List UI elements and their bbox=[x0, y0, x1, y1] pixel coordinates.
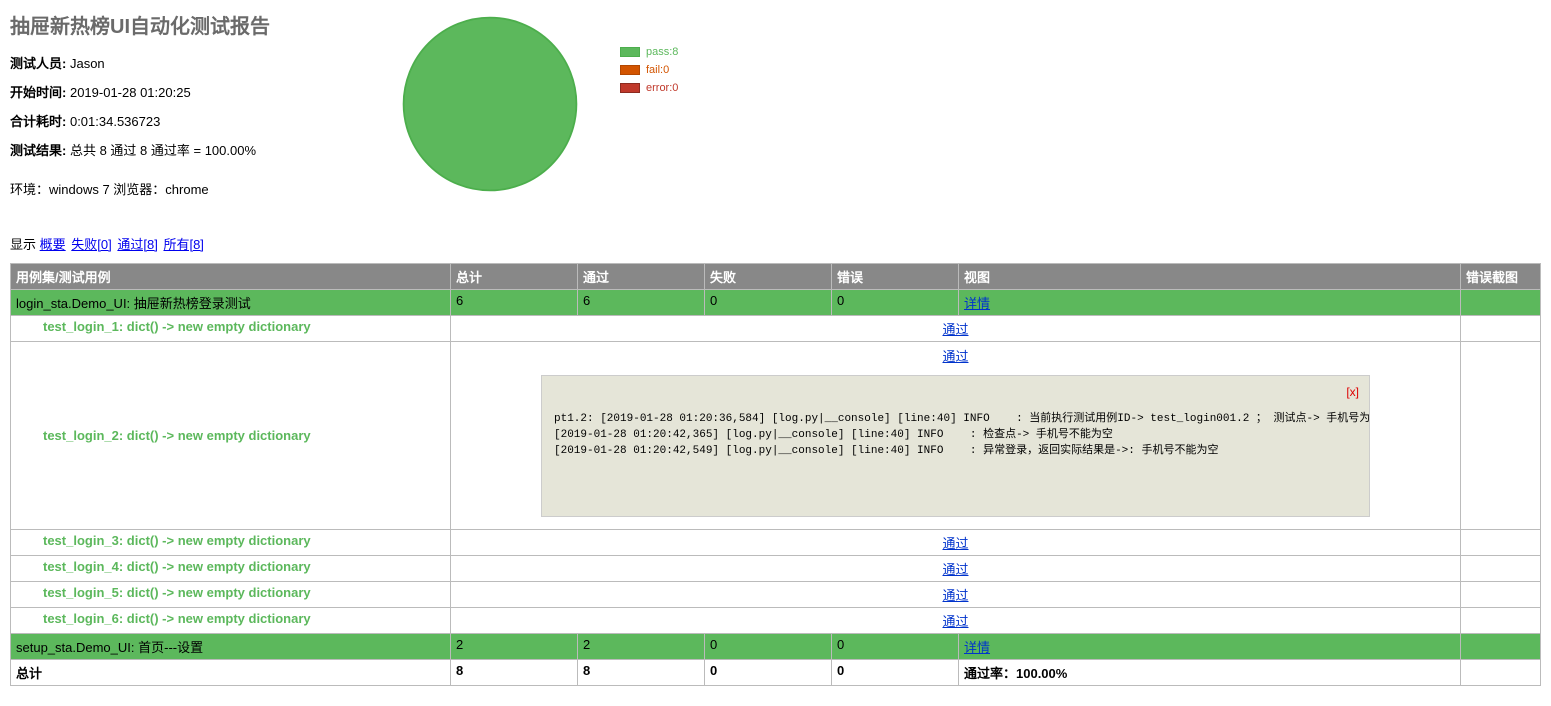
log-line: [2019-01-28 01:20:42,549] [log.py|__cons… bbox=[554, 445, 1218, 457]
swatch-icon bbox=[620, 65, 640, 75]
duration-value: 0:01:34.536723 bbox=[70, 114, 160, 129]
suite-pass: 2 bbox=[578, 633, 705, 659]
th-fail: 失败 bbox=[705, 264, 832, 290]
legend-fail-label: fail:0 bbox=[646, 64, 669, 76]
legend-pass-label: pass:8 bbox=[646, 46, 678, 58]
result-value: 总共 8 通过 8 通过率 = 100.00% bbox=[70, 143, 256, 158]
suite-total: 2 bbox=[451, 633, 578, 659]
th-view: 视图 bbox=[959, 264, 1461, 290]
legend-fail: fail:0 bbox=[620, 64, 678, 76]
suite-pass: 6 bbox=[578, 290, 705, 316]
tester-value: Jason bbox=[70, 56, 105, 71]
th-name: 用例集/测试用例 bbox=[11, 264, 451, 290]
filter-prefix: 显示 bbox=[10, 237, 36, 252]
th-pass: 通过 bbox=[578, 264, 705, 290]
swatch-icon bbox=[620, 47, 640, 57]
case-row: test_login_6: dict() -> new empty dictio… bbox=[11, 607, 1541, 633]
legend-error-label: error:0 bbox=[646, 82, 678, 94]
close-log-button[interactable]: [x] bbox=[1346, 384, 1359, 401]
start-label: 开始时间: bbox=[10, 85, 66, 100]
totals-fail: 0 bbox=[705, 659, 832, 685]
case-view-link[interactable]: 通过 bbox=[942, 322, 968, 337]
case-name: test_login_6: dict() -> new empty dictio… bbox=[11, 607, 451, 633]
table-header-row: 用例集/测试用例 总计 通过 失败 错误 视图 错误截图 bbox=[11, 264, 1541, 290]
result-label: 测试结果: bbox=[10, 143, 66, 158]
case-view-link[interactable]: 通过 bbox=[942, 349, 968, 364]
case-view-link[interactable]: 通过 bbox=[942, 536, 968, 551]
totals-label: 总计 bbox=[11, 659, 451, 685]
report-header: 抽屉新热榜UI自动化测试报告 测试人员: Jason 开始时间: 2019-01… bbox=[10, 10, 400, 208]
case-row: test_login_5: dict() -> new empty dictio… bbox=[11, 581, 1541, 607]
suite-fail: 0 bbox=[705, 633, 832, 659]
page-title: 抽屉新热榜UI自动化测试报告 bbox=[10, 10, 400, 39]
filter-fail-link[interactable]: 失败[0] bbox=[71, 237, 111, 252]
legend-error: error:0 bbox=[620, 82, 678, 94]
case-screenshot-cell bbox=[1461, 581, 1541, 607]
swatch-icon bbox=[620, 83, 640, 93]
filter-all-link[interactable]: 所有[8] bbox=[163, 237, 203, 252]
suite-row: setup_sta.Demo_UI: 首页---设置 2 2 0 0 详情 bbox=[11, 633, 1541, 659]
case-screenshot-cell bbox=[1461, 529, 1541, 555]
case-row: test_login_4: dict() -> new empty dictio… bbox=[11, 555, 1541, 581]
case-view-link[interactable]: 通过 bbox=[942, 614, 968, 629]
th-total: 总计 bbox=[451, 264, 578, 290]
filter-bar: 显示 概要 失败[0] 通过[8] 所有[8] bbox=[10, 234, 1541, 253]
totals-total: 8 bbox=[451, 659, 578, 685]
case-name: test_login_3: dict() -> new empty dictio… bbox=[11, 529, 451, 555]
pie-chart-icon bbox=[400, 14, 580, 194]
suite-error: 0 bbox=[832, 633, 959, 659]
suite-detail-link[interactable]: 详情 bbox=[964, 296, 990, 311]
case-row: test_login_1: dict() -> new empty dictio… bbox=[11, 316, 1541, 342]
case-name: test_login_2: dict() -> new empty dictio… bbox=[11, 342, 451, 530]
totals-row: 总计 8 8 0 0 通过率：100.00% bbox=[11, 659, 1541, 685]
suite-total: 6 bbox=[451, 290, 578, 316]
case-screenshot-cell bbox=[1461, 607, 1541, 633]
filter-pass-link[interactable]: 通过[8] bbox=[117, 237, 157, 252]
suite-row: login_sta.Demo_UI: 抽屉新热榜登录测试 6 6 0 0 详情 bbox=[11, 290, 1541, 316]
results-table: 用例集/测试用例 总计 通过 失败 错误 视图 错误截图 login_sta.D… bbox=[10, 263, 1541, 686]
case-screenshot-cell bbox=[1461, 555, 1541, 581]
duration-label: 合计耗时: bbox=[10, 114, 66, 129]
log-line: [2019-01-28 01:20:42,365] [log.py|__cons… bbox=[554, 429, 1113, 441]
start-value: 2019-01-28 01:20:25 bbox=[70, 85, 191, 100]
totals-rate: 通过率：100.00% bbox=[959, 659, 1461, 685]
chart-legend: pass:8 fail:0 error:0 bbox=[620, 46, 678, 100]
th-screenshot: 错误截图 bbox=[1461, 264, 1541, 290]
suite-name: setup_sta.Demo_UI: 首页---设置 bbox=[11, 633, 451, 659]
suite-error: 0 bbox=[832, 290, 959, 316]
th-error: 错误 bbox=[832, 264, 959, 290]
suite-detail-link[interactable]: 详情 bbox=[964, 640, 990, 655]
tester-label: 测试人员: bbox=[10, 56, 66, 71]
log-line: pt1.2: [2019-01-28 01:20:36,584] [log.py… bbox=[554, 413, 1370, 425]
filter-summary-link[interactable]: 概要 bbox=[40, 237, 66, 252]
totals-screenshot-cell bbox=[1461, 659, 1541, 685]
totals-error: 0 bbox=[832, 659, 959, 685]
case-name: test_login_5: dict() -> new empty dictio… bbox=[11, 581, 451, 607]
case-screenshot-cell bbox=[1461, 342, 1541, 530]
legend-pass: pass:8 bbox=[620, 46, 678, 58]
env-info: 环境：windows 7 浏览器：chrome bbox=[10, 179, 400, 198]
case-name: test_login_1: dict() -> new empty dictio… bbox=[11, 316, 451, 342]
case-row: test_login_3: dict() -> new empty dictio… bbox=[11, 529, 1541, 555]
pie-chart-area: pass:8 fail:0 error:0 bbox=[400, 10, 678, 194]
log-output: [x] pt1.2: [2019-01-28 01:20:36,584] [log… bbox=[541, 375, 1370, 517]
case-view-link[interactable]: 通过 bbox=[942, 562, 968, 577]
suite-screenshot-cell bbox=[1461, 633, 1541, 659]
suite-screenshot-cell bbox=[1461, 290, 1541, 316]
case-view-link[interactable]: 通过 bbox=[942, 588, 968, 603]
case-row-expanded: test_login_2: dict() -> new empty dictio… bbox=[11, 342, 1541, 530]
suite-name: login_sta.Demo_UI: 抽屉新热榜登录测试 bbox=[11, 290, 451, 316]
case-screenshot-cell bbox=[1461, 316, 1541, 342]
totals-pass: 8 bbox=[578, 659, 705, 685]
case-name: test_login_4: dict() -> new empty dictio… bbox=[11, 555, 451, 581]
suite-fail: 0 bbox=[705, 290, 832, 316]
